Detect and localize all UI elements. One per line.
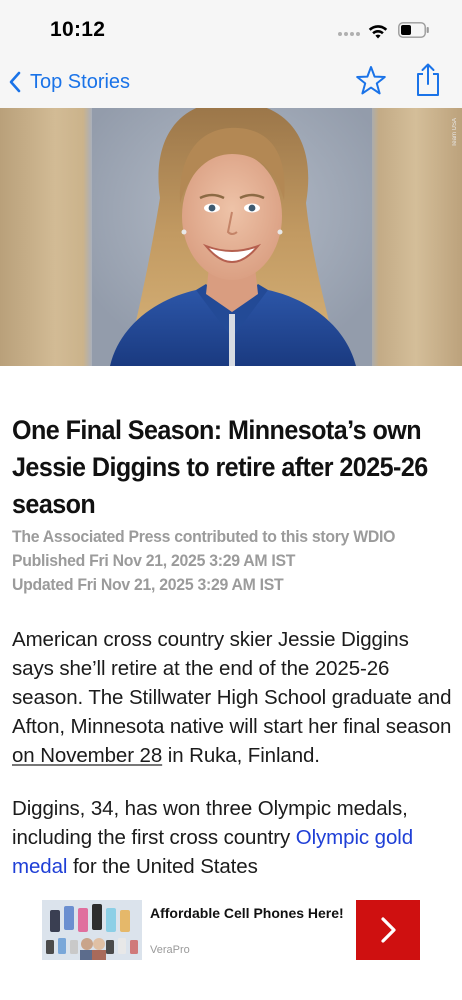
paragraph-text: for the United States	[67, 855, 258, 878]
ad-image	[42, 900, 142, 960]
article-paragraph: American cross country skier Jessie Digg…	[12, 625, 452, 770]
chevron-left-icon	[9, 71, 21, 93]
hero-image: Team USA	[0, 108, 462, 366]
ad-source: VeraPro	[150, 944, 190, 956]
article-headline: One Final Season: Minnesota’s own Jessie…	[12, 415, 428, 519]
navigation-bar: Top Stories	[0, 56, 462, 108]
article-body: American cross country skier Jessie Digg…	[12, 625, 452, 881]
paragraph-text: in Ruka, Finland.	[162, 744, 320, 767]
article-meta: The Associated Press contributed to this…	[12, 525, 452, 597]
ad-cta-button[interactable]	[356, 900, 420, 960]
share-icon[interactable]	[412, 62, 444, 98]
phones-photo	[42, 900, 142, 960]
wifi-icon	[368, 25, 388, 39]
start-date-link[interactable]: on November 28	[12, 744, 162, 767]
updated-date: Updated Fri Nov 21, 2025 3:29 AM IST	[12, 575, 284, 594]
battery-icon	[398, 22, 429, 38]
back-button-label: Top Stories	[30, 70, 131, 93]
photo-credit: Team USA	[452, 118, 458, 147]
status-bar: 10:12	[0, 0, 462, 56]
ad-title: Affordable Cell Phones Here!	[150, 905, 344, 921]
paragraph-text: American cross country skier Jessie Digg…	[12, 628, 452, 738]
star-icon[interactable]	[354, 64, 388, 98]
cellular-signal-icon	[338, 32, 362, 36]
article-paragraph: Diggins, 34, has won three Olympic medal…	[12, 794, 452, 881]
published-date: Published Fri Nov 21, 2025 3:29 AM IST	[12, 551, 296, 570]
article: One Final Season: Minnesota’s own Jessie…	[12, 412, 452, 905]
chevron-right-icon	[381, 917, 396, 943]
status-time: 10:12	[50, 18, 106, 41]
portrait-photo	[92, 108, 372, 366]
ad-banner[interactable]: Affordable Cell Phones Here! VeraPro	[42, 900, 422, 960]
back-button[interactable]: Top Stories	[6, 66, 130, 98]
article-byline: The Associated Press contributed to this…	[12, 527, 396, 546]
